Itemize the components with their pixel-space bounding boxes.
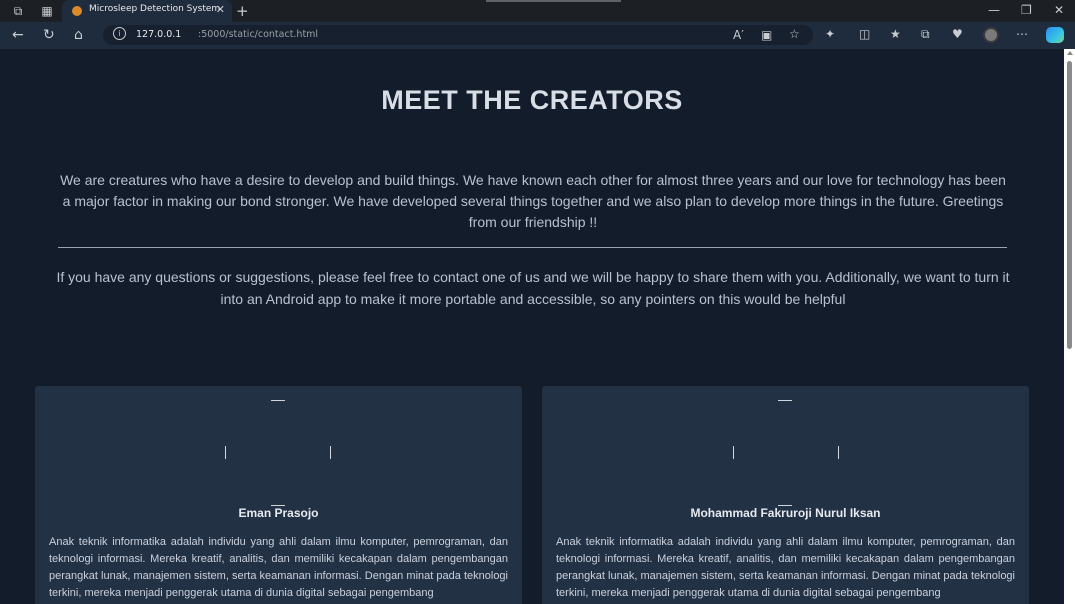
url-path: :5000/static/contact.html (198, 29, 319, 40)
more-icon[interactable]: ⋯ (1016, 27, 1028, 41)
read-aloud-icon[interactable]: A′ (733, 28, 744, 42)
close-window-icon[interactable]: ✕ (1054, 3, 1064, 17)
collections-icon[interactable]: ⧉ (921, 27, 930, 42)
creator-bio: Anak teknik informatika adalah individu … (49, 536, 508, 599)
tab-title: Microsleep Detection System (89, 4, 221, 14)
photo-frame-left (733, 446, 734, 459)
vertical-scrollbar[interactable] (1064, 49, 1075, 604)
section-divider (58, 247, 1007, 248)
tab-actions-icon[interactable]: ▦ (39, 3, 55, 19)
creator-bio: Anak teknik informatika adalah individu … (556, 536, 1015, 599)
tab-favicon-icon (72, 6, 82, 16)
url-host: 127.0.0.1 (136, 29, 182, 40)
scrollbar-thumb[interactable] (1067, 61, 1072, 349)
profile-avatar[interactable] (983, 27, 999, 43)
photo-frame-top (778, 400, 792, 401)
creator-name: Mohammad Fakruroji Nurul Iksan (690, 506, 881, 520)
photo-frame-right (330, 446, 331, 459)
photo-frame-left (225, 446, 226, 459)
page-title: MEET THE CREATORS (381, 85, 683, 115)
url-bar[interactable]: i 127.0.0.1 :5000/static/contact.html A′… (103, 25, 813, 45)
restore-icon[interactable]: ❐ (1021, 3, 1032, 17)
creator-card: Mohammad Fakruroji Nurul Iksan Anak tekn… (542, 386, 1029, 604)
site-info-icon[interactable]: i (113, 27, 126, 40)
workspaces-icon[interactable]: ⧉ (10, 3, 26, 19)
minimize-icon[interactable]: — (988, 3, 1000, 17)
favorites-icon[interactable]: ★ (890, 27, 901, 41)
extensions-icon[interactable]: ✦ (825, 27, 835, 41)
scroll-up-arrow-icon[interactable] (1067, 51, 1073, 55)
split-screen-icon[interactable]: ◫ (859, 27, 870, 41)
creator-card: Eman Prasojo Anak teknik informatika ada… (35, 386, 522, 604)
immersive-reader-icon[interactable]: ▣ (761, 28, 772, 42)
intro-paragraph: We are creatures who have a desire to de… (60, 172, 1006, 230)
new-tab-button[interactable]: + (236, 2, 249, 20)
browser-essentials-icon[interactable]: ♥ (952, 27, 963, 41)
copilot-icon[interactable] (1046, 27, 1064, 43)
drag-region (486, 0, 621, 2)
refresh-icon[interactable]: ↻ (43, 27, 55, 43)
tab-close-icon[interactable]: ✕ (216, 3, 225, 16)
home-icon[interactable]: ⌂ (74, 27, 83, 43)
active-tab[interactable]: Microsleep Detection System ✕ (62, 0, 232, 22)
address-toolbar: ← ↻ ⌂ i 127.0.0.1 :5000/static/contact.h… (0, 22, 1075, 49)
back-arrow-icon[interactable]: ← (12, 27, 24, 43)
browser-title-bar: ⧉ ▦ Microsleep Detection System ✕ + — ❐ … (0, 0, 1075, 22)
page-viewport: MEET THE CREATORS We are creatures who h… (0, 49, 1064, 604)
contact-paragraph: If you have any questions or suggestions… (56, 269, 1010, 307)
star-icon[interactable]: ☆ (789, 27, 800, 41)
photo-frame-right (838, 446, 839, 459)
photo-frame-top (271, 400, 285, 401)
creator-name: Eman Prasojo (238, 506, 319, 520)
